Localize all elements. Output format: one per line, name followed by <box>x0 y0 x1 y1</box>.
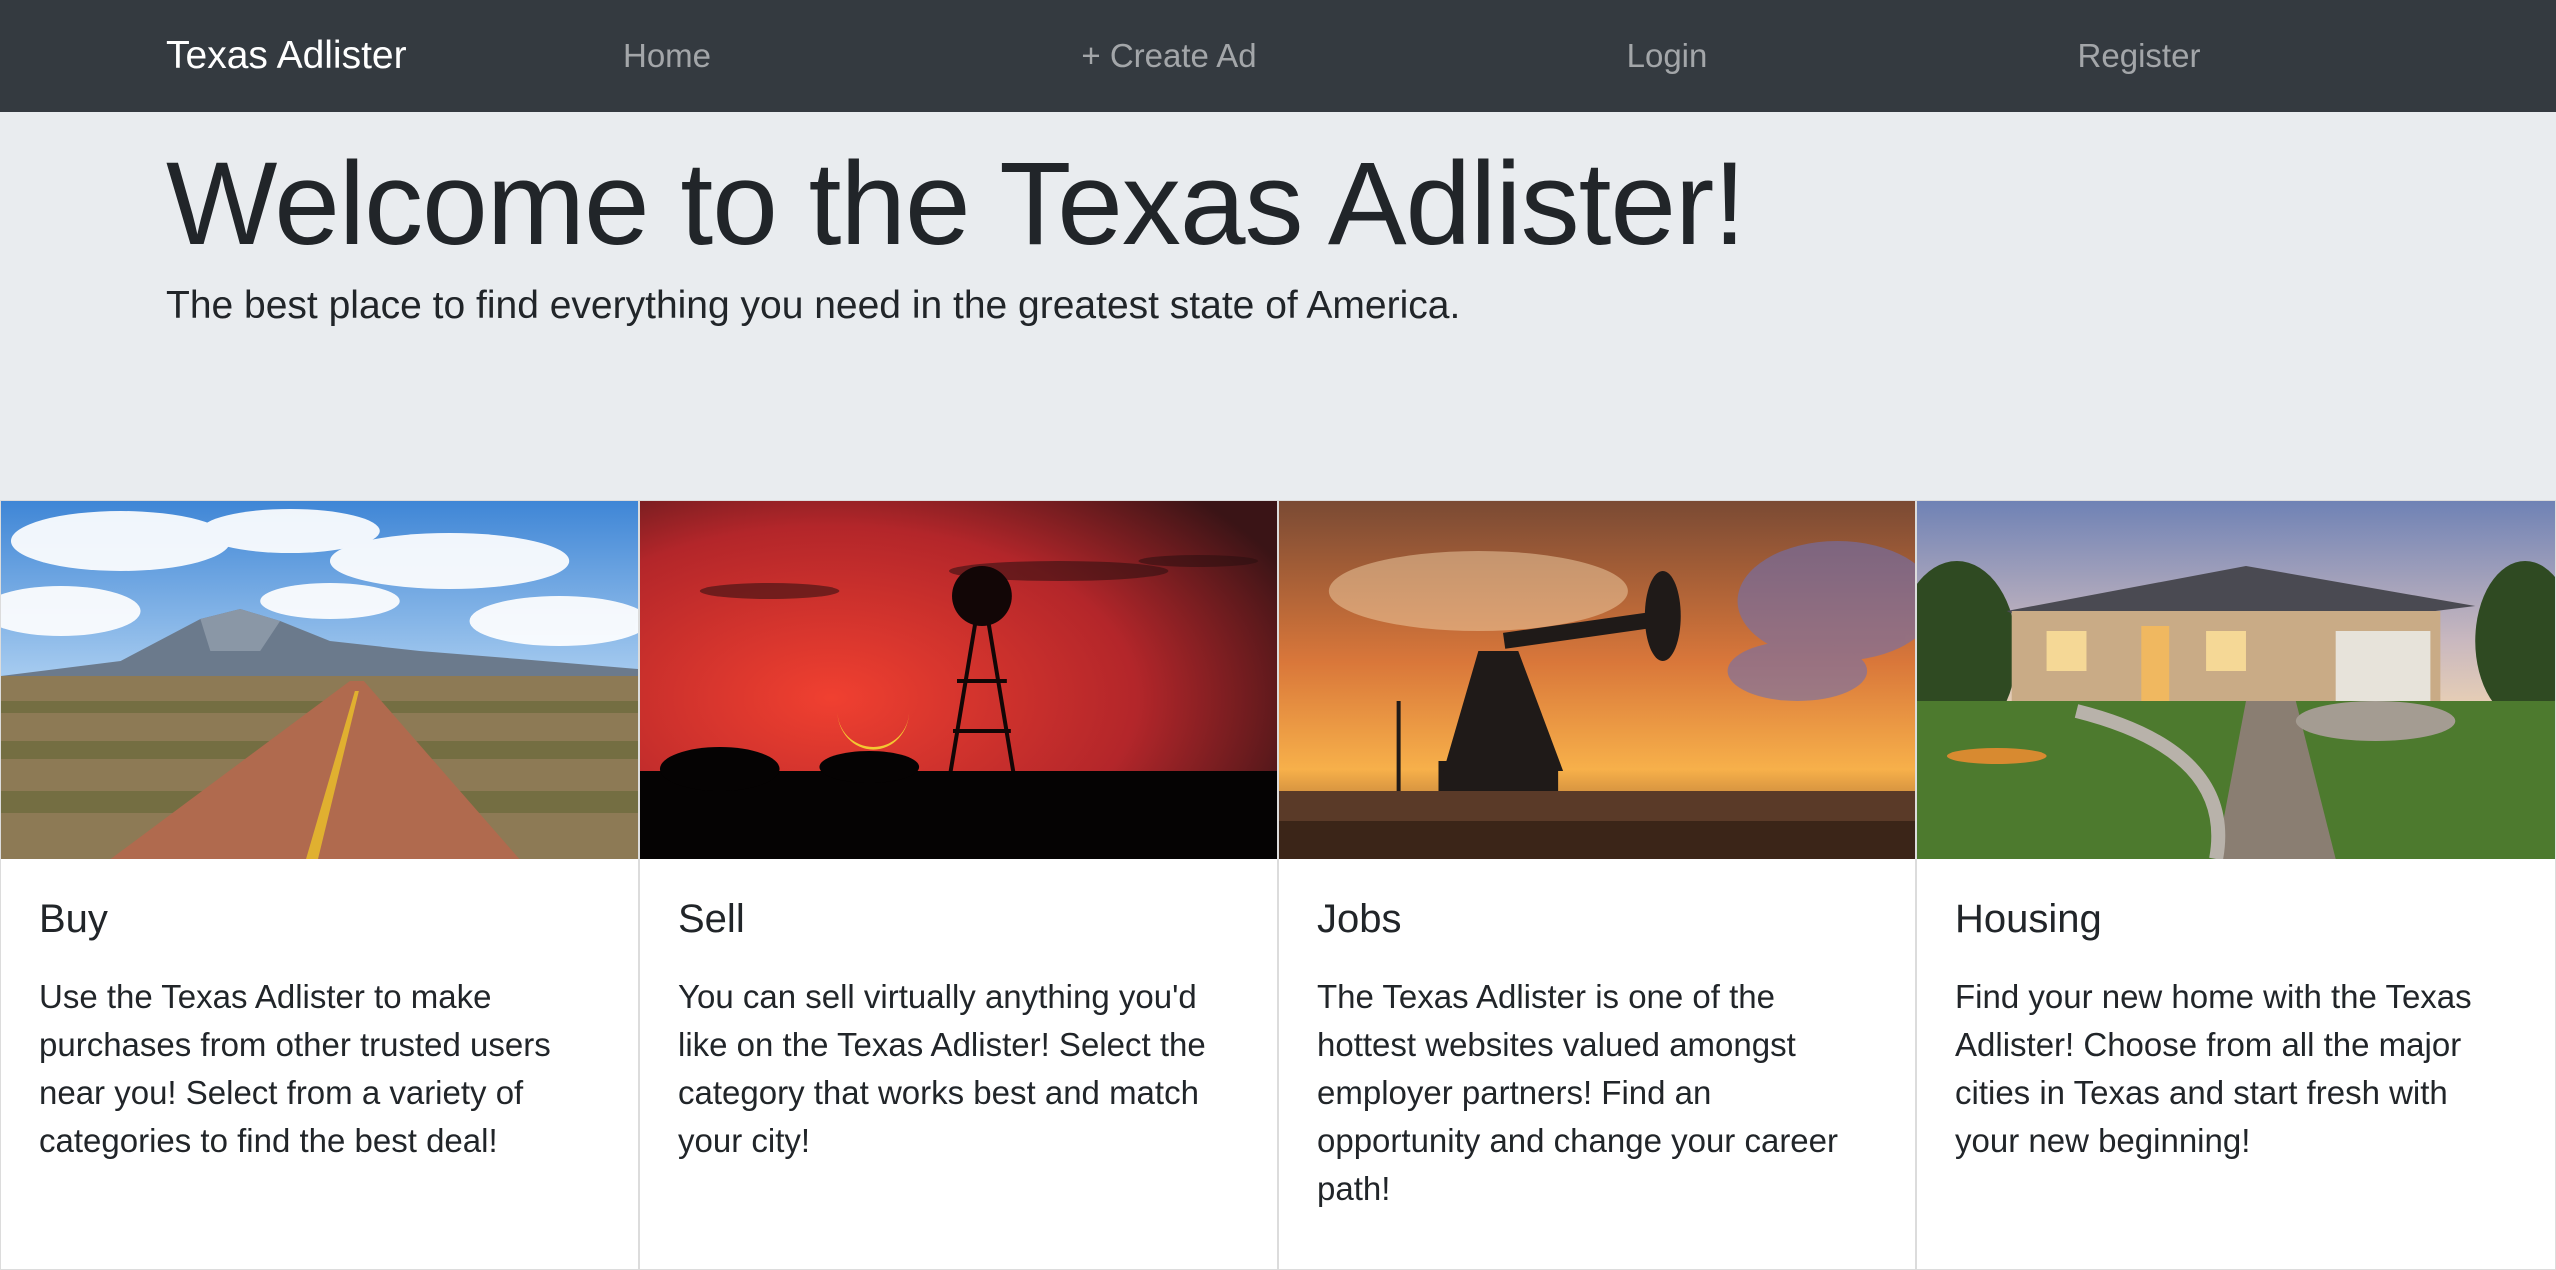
jumbotron: Welcome to the Texas Adlister! The best … <box>0 112 2556 500</box>
navbar: Texas Adlister Home + Create Ad Login Re… <box>0 0 2556 112</box>
card-image-house <box>1917 501 2555 859</box>
card-text: Use the Texas Adlister to make purchases… <box>39 978 551 1159</box>
card-text: You can sell virtually anything you'd li… <box>678 978 1206 1159</box>
card-text: Find your new home with the Texas Adlist… <box>1955 978 2472 1159</box>
card-jobs: Jobs The Texas Adlister is one of the ho… <box>1278 500 1916 1270</box>
page-title: Welcome to the Texas Adlister! <box>166 138 1746 270</box>
nav-link-login[interactable]: Login <box>1627 37 1708 75</box>
navbar-brand[interactable]: Texas Adlister <box>166 34 407 78</box>
nav-link-create-ad[interactable]: + Create Ad <box>1081 37 1256 75</box>
card-sell: Sell You can sell virtually anything you… <box>639 500 1278 1270</box>
card-housing: Housing Find your new home with the Texa… <box>1916 500 2556 1270</box>
card-image-road <box>1 501 638 859</box>
card-image-windmill <box>640 501 1277 859</box>
card-image-oil-pump <box>1279 501 1915 859</box>
card-text: The Texas Adlister is one of the hottest… <box>1317 978 1839 1207</box>
card-title: Housing <box>1955 897 2102 941</box>
card-title: Jobs <box>1317 897 1402 941</box>
card-title: Sell <box>678 897 745 941</box>
lead-text: The best place to find everything you ne… <box>166 284 1461 327</box>
card-title: Buy <box>39 897 108 941</box>
nav-link-register[interactable]: Register <box>2078 37 2201 75</box>
card-buy: Buy Use the Texas Adlister to make purch… <box>0 500 639 1270</box>
nav-link-home[interactable]: Home <box>623 37 711 75</box>
